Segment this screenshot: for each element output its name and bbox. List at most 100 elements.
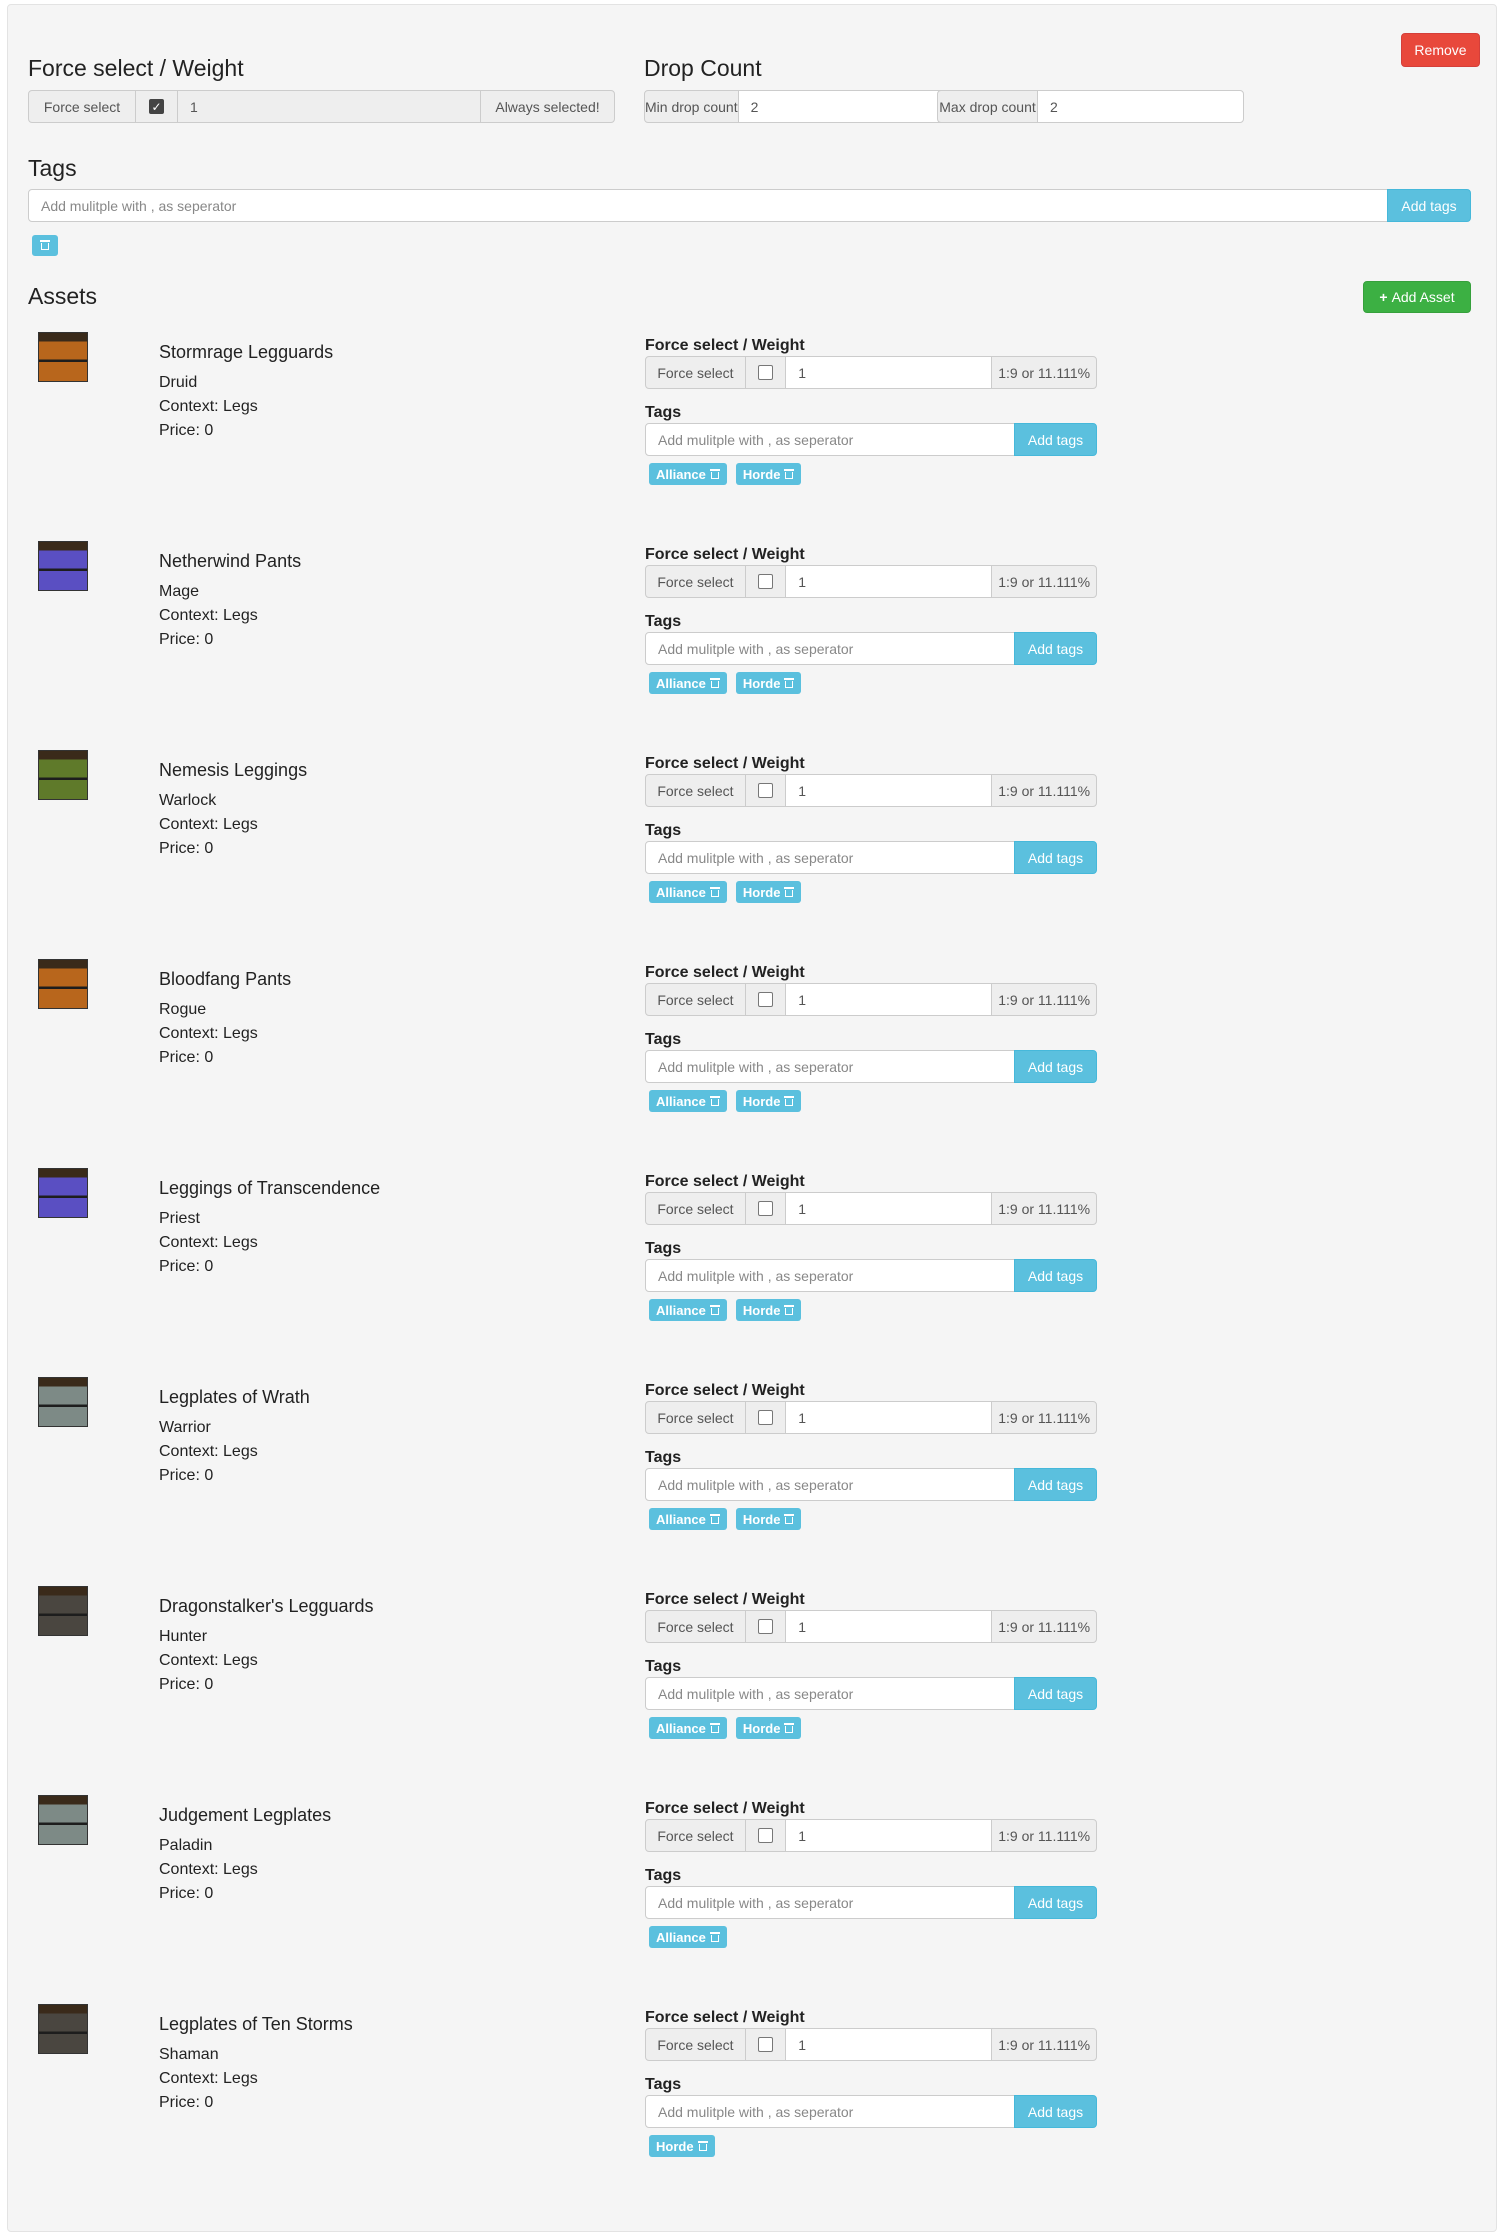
tag-alliance[interactable]: Alliance [649,463,727,485]
asset-icon[interactable] [38,332,88,382]
tag-horde[interactable]: Horde [735,1508,802,1530]
asset-force-select-checkbox[interactable] [758,574,774,589]
trash-icon[interactable] [709,1095,720,1107]
remove-button[interactable]: Remove [1401,33,1480,67]
asset-weight-input[interactable] [785,774,993,807]
asset-tags-input[interactable] [645,2095,1015,2128]
asset-row: Stormrage Legguards Druid Context: Legs … [8,332,1496,541]
tag-alliance[interactable]: Alliance [649,1717,727,1739]
tag-alliance[interactable]: Alliance [649,1926,727,1948]
trash-icon[interactable] [784,1722,795,1734]
asset-add-tags-button[interactable]: Add tags [1014,841,1097,874]
tag-alliance[interactable]: Alliance [649,1090,727,1112]
force-select-checkbox[interactable]: ✓ [149,99,164,114]
trash-icon[interactable] [697,2140,708,2152]
asset-force-select-checkbox-wrap [744,1192,787,1225]
asset-icon[interactable] [38,750,88,800]
tag-label: Alliance [656,675,706,691]
trash-icon[interactable] [784,677,795,689]
trash-icon[interactable] [784,468,795,480]
trash-icon[interactable] [784,1095,795,1107]
asset-tags-input-group: Add tags [645,1886,1097,1919]
asset-force-select-checkbox[interactable] [758,783,774,798]
asset-force-select-checkbox[interactable] [758,1619,774,1634]
asset-ratio-label: 1:9 or 11.111% [991,1401,1097,1434]
min-drop-input[interactable] [737,90,945,123]
asset-price: Price: 0 [159,1676,214,1693]
asset-force-select-checkbox[interactable] [758,1201,774,1216]
asset-weight-input[interactable] [785,2028,993,2061]
clear-tags-button[interactable] [32,235,58,256]
add-tags-button[interactable]: Add tags [1387,189,1471,222]
tag-alliance[interactable]: Alliance [649,881,727,903]
asset-add-tags-button[interactable]: Add tags [1014,423,1097,456]
asset-weight-input[interactable] [785,356,993,389]
tag-alliance[interactable]: Alliance [649,1299,727,1321]
purple-legs-icon [39,1169,87,1217]
asset-force-select-checkbox[interactable] [758,2037,774,2052]
asset-context: Context: Legs [159,1861,258,1878]
tag-horde[interactable]: Horde [735,1299,802,1321]
asset-weight-input[interactable] [785,1401,993,1434]
trash-icon[interactable] [709,1304,720,1316]
asset-tags-input[interactable] [645,1886,1015,1919]
trash-icon[interactable] [784,1304,795,1316]
asset-tags-input[interactable] [645,1050,1015,1083]
asset-tags-input[interactable] [645,632,1015,665]
trash-icon[interactable] [709,886,720,898]
asset-tags-input[interactable] [645,1468,1015,1501]
asset-add-tags-button[interactable]: Add tags [1014,1468,1097,1501]
asset-icon[interactable] [38,541,88,591]
asset-weight-input[interactable] [785,1192,993,1225]
asset-icon[interactable] [38,1795,88,1845]
asset-add-tags-button[interactable]: Add tags [1014,1886,1097,1919]
asset-force-select-label: Force select [645,356,746,389]
asset-add-tags-button[interactable]: Add tags [1014,1259,1097,1292]
trash-icon[interactable] [709,1931,720,1943]
asset-weight-input[interactable] [785,1610,993,1643]
asset-weight-input[interactable] [785,1819,993,1852]
asset-force-select-checkbox[interactable] [758,365,774,380]
asset-class: Priest [159,1210,200,1227]
trash-icon[interactable] [709,468,720,480]
tag-alliance[interactable]: Alliance [649,1508,727,1530]
add-asset-button[interactable]: + Add Asset [1363,281,1471,313]
asset-tags-input[interactable] [645,1677,1015,1710]
asset-icon[interactable] [38,1168,88,1218]
asset-force-select-checkbox[interactable] [758,1410,774,1425]
tag-horde[interactable]: Horde [649,2135,715,2157]
asset-force-select-heading: Force select / Weight [645,1800,805,1817]
asset-force-select-checkbox[interactable] [758,992,774,1007]
tag-horde[interactable]: Horde [735,1090,802,1112]
trash-icon[interactable] [709,1722,720,1734]
asset-weight-input[interactable] [785,983,993,1016]
trash-icon[interactable] [709,677,720,689]
trash-icon[interactable] [784,886,795,898]
tag-horde[interactable]: Horde [735,881,802,903]
asset-force-select-checkbox[interactable] [758,1828,774,1843]
asset-icon[interactable] [38,959,88,1009]
asset-icon[interactable] [38,1586,88,1636]
asset-add-tags-button[interactable]: Add tags [1014,1677,1097,1710]
weight-input[interactable] [177,90,481,123]
asset-context: Context: Legs [159,1025,258,1042]
asset-tags-input[interactable] [645,423,1015,456]
asset-add-tags-button[interactable]: Add tags [1014,632,1097,665]
asset-tags-input[interactable] [645,841,1015,874]
asset-add-tags-button[interactable]: Add tags [1014,2095,1097,2128]
asset-tags-input[interactable] [645,1259,1015,1292]
tag-alliance[interactable]: Alliance [649,672,727,694]
asset-icon[interactable] [38,2004,88,2054]
tag-horde[interactable]: Horde [735,1717,802,1739]
trash-icon[interactable] [784,1513,795,1525]
asset-weight-input[interactable] [785,565,993,598]
asset-icon[interactable] [38,1377,88,1427]
tags-input[interactable] [28,189,1388,222]
max-drop-input[interactable] [1037,90,1244,123]
asset-tags-input-group: Add tags [645,1677,1097,1710]
asset-force-select-group: Force select 1:9 or 11.111% [645,1610,1097,1643]
asset-add-tags-button[interactable]: Add tags [1014,1050,1097,1083]
tag-horde[interactable]: Horde [735,463,802,485]
trash-icon[interactable] [709,1513,720,1525]
tag-horde[interactable]: Horde [735,672,802,694]
